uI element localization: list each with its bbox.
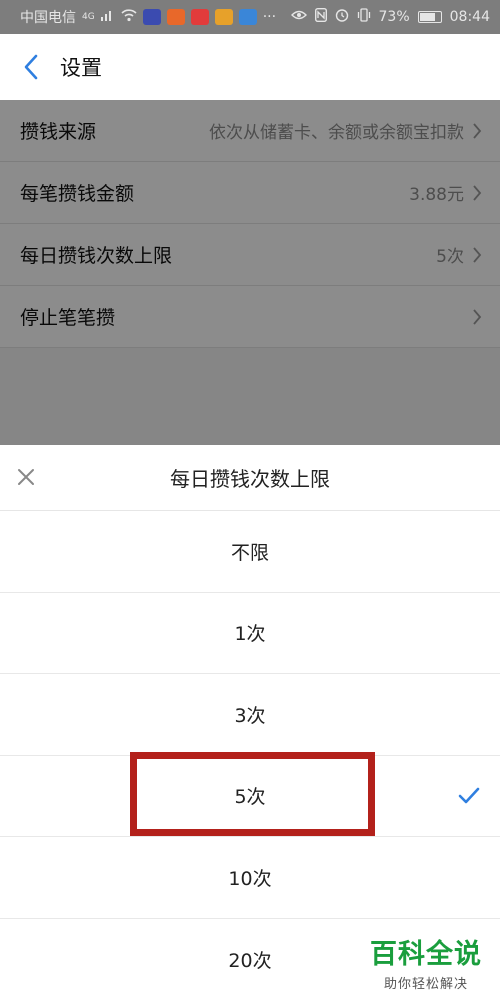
app-notification-icon xyxy=(142,9,161,25)
option-unlimited[interactable]: 不限 xyxy=(0,511,500,593)
app-notification-icon xyxy=(166,9,185,25)
signal-icon xyxy=(100,9,115,25)
battery-icon xyxy=(417,11,442,23)
status-left: 中国电信 4G ··· xyxy=(20,7,291,27)
status-right: 73% 08:44 xyxy=(290,7,490,26)
wifi-icon xyxy=(121,8,137,26)
option-label: 不限 xyxy=(230,541,269,564)
watermark: 百科全说 助你轻松解决 xyxy=(370,932,482,992)
option-10[interactable]: 10次 xyxy=(0,837,500,919)
alarm-icon xyxy=(335,8,349,26)
nfc-icon xyxy=(314,7,327,26)
watermark-subtitle: 助你轻松解决 xyxy=(383,977,468,992)
option-label: 3次 xyxy=(234,704,266,727)
option-1[interactable]: 1次 xyxy=(0,593,500,674)
battery-percent: 73% xyxy=(378,9,410,25)
carrier-name: 中国电信 xyxy=(20,10,76,26)
app-notification-icon xyxy=(190,9,209,25)
checkmark-icon xyxy=(458,786,480,806)
watermark-title: 百科全说 xyxy=(370,939,482,970)
nav-bar: 设置 xyxy=(0,34,500,100)
status-bar: 中国电信 4G ··· 73% 08:44 xyxy=(0,0,500,34)
app-notification-icon xyxy=(238,9,257,25)
option-3[interactable]: 3次 xyxy=(0,674,500,756)
highlight-box xyxy=(130,752,375,836)
chevron-left-icon[interactable] xyxy=(18,54,44,80)
more-icon: ··· xyxy=(262,9,277,25)
network-type: 4G xyxy=(82,11,95,22)
page-title: 设置 xyxy=(60,56,102,80)
option-label: 20次 xyxy=(228,949,272,972)
close-icon[interactable] xyxy=(14,465,38,489)
option-label: 1次 xyxy=(234,623,266,646)
bottom-sheet: 每日攒钱次数上限 不限 1次 3次 5次 10次 20次 xyxy=(0,445,500,1000)
dim-overlay[interactable] xyxy=(0,100,500,445)
sheet-header: 每日攒钱次数上限 xyxy=(0,445,500,511)
sheet-title: 每日攒钱次数上限 xyxy=(170,467,330,491)
eye-icon xyxy=(290,9,307,25)
clock: 08:44 xyxy=(449,9,490,25)
app-notification-icon xyxy=(214,9,233,25)
vibrate-icon xyxy=(357,8,371,26)
option-label: 10次 xyxy=(228,867,272,890)
